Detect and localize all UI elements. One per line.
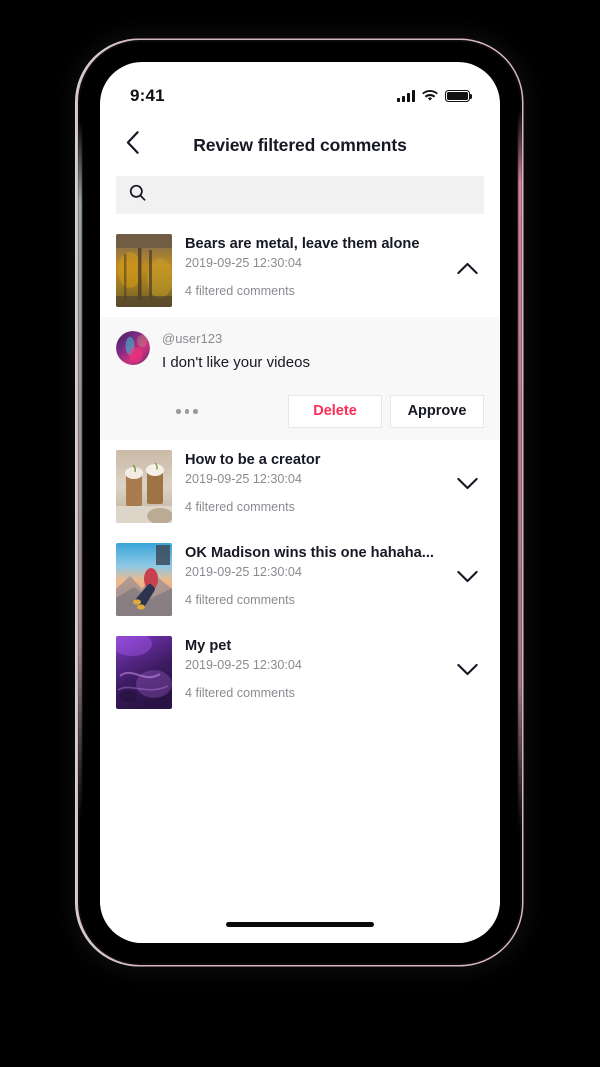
video-row[interactable]: Bears are metal, leave them alone 2019-0… — [100, 224, 500, 317]
comment-text: I don't like your videos — [162, 353, 310, 371]
video-row-body: My pet 2019-09-25 12:30:04 4 filtered co… — [185, 636, 437, 700]
video-date: 2019-09-25 12:30:04 — [185, 472, 302, 487]
phone-frame-right-highlight — [518, 110, 522, 830]
video-date: 2019-09-25 12:30:04 — [185, 565, 302, 580]
search-icon — [129, 184, 146, 206]
expand-toggle[interactable] — [450, 570, 484, 588]
chevron-up-icon — [456, 262, 478, 280]
phone-screen: 9:41 Review filtered comments Bears are … — [100, 62, 500, 943]
chevron-down-icon — [456, 663, 478, 681]
search-section — [100, 172, 500, 224]
delete-button[interactable]: Delete — [288, 394, 382, 428]
comment-action-buttons: Delete Approve — [288, 394, 484, 428]
video-filtered-count: 4 filtered comments — [185, 593, 295, 608]
comment-username[interactable]: @user123 — [162, 331, 484, 347]
chevron-down-icon — [456, 477, 478, 495]
approve-button[interactable]: Approve — [390, 394, 484, 428]
chevron-down-icon — [456, 570, 478, 588]
video-title: OK Madison wins this one hahaha... — [185, 544, 434, 561]
chevron-left-icon — [126, 131, 139, 159]
mountain-sunset-thumbnail — [116, 542, 172, 616]
search-input[interactable] — [156, 187, 471, 203]
phone-frame-left-highlight — [78, 120, 82, 820]
status-bar-time: 9:41 — [130, 86, 165, 105]
video-date: 2019-09-25 12:30:04 — [185, 658, 302, 673]
video-row-body: How to be a creator 2019-09-25 12:30:04 … — [185, 450, 437, 514]
user-avatar[interactable] — [116, 331, 150, 365]
navigation-header: Review filtered comments — [100, 118, 500, 172]
cellular-signal-icon — [397, 90, 415, 103]
video-row[interactable]: How to be a creator 2019-09-25 12:30:04 … — [100, 439, 500, 533]
comment-actions: Delete Approve — [116, 394, 484, 428]
video-filtered-count: 4 filtered comments — [185, 686, 295, 701]
filtered-comment-panel: @user123 I don't like your videos Delete… — [100, 317, 500, 440]
video-title: Bears are metal, leave them alone — [185, 236, 420, 252]
video-row-body: OK Madison wins this one hahaha... 2019-… — [185, 543, 437, 607]
comment-body: @user123 I don't like your videos — [162, 331, 484, 373]
video-filtered-count: 4 filtered comments — [185, 500, 295, 515]
expand-toggle[interactable] — [450, 663, 484, 681]
page-title: Review filtered comments — [193, 134, 407, 155]
autumn-forest-thumbnail — [116, 234, 172, 307]
home-indicator-bar[interactable] — [226, 922, 374, 927]
back-button[interactable] — [100, 118, 154, 172]
purple-abstract-thumbnail — [116, 635, 172, 709]
video-filtered-count: 4 filtered comments — [185, 284, 295, 299]
expand-toggle[interactable] — [450, 262, 484, 280]
video-row[interactable]: OK Madison wins this one hahaha... 2019-… — [100, 532, 500, 626]
expand-toggle[interactable] — [450, 477, 484, 495]
video-row-body: Bears are metal, leave them alone 2019-0… — [185, 234, 437, 298]
video-title: How to be a creator — [185, 451, 321, 468]
video-title: My pet — [185, 637, 232, 654]
comment-header: @user123 I don't like your videos — [116, 331, 484, 373]
status-bar: 9:41 — [100, 62, 500, 118]
search-bar[interactable] — [116, 176, 484, 214]
screenshot-stage: 9:41 Review filtered comments Bears are … — [0, 0, 600, 1067]
video-row[interactable]: My pet 2019-09-25 12:30:04 4 filtered co… — [100, 625, 500, 719]
battery-full-icon — [445, 89, 473, 103]
video-date: 2019-09-25 12:30:04 — [185, 256, 302, 271]
status-bar-icons — [397, 89, 473, 103]
list-empty-space — [100, 718, 500, 943]
video-list[interactable]: Bears are metal, leave them alone 2019-0… — [100, 224, 500, 943]
more-options-icon[interactable] — [174, 403, 200, 420]
wifi-icon — [422, 90, 438, 102]
iced-coffee-thumbnail — [116, 449, 172, 523]
